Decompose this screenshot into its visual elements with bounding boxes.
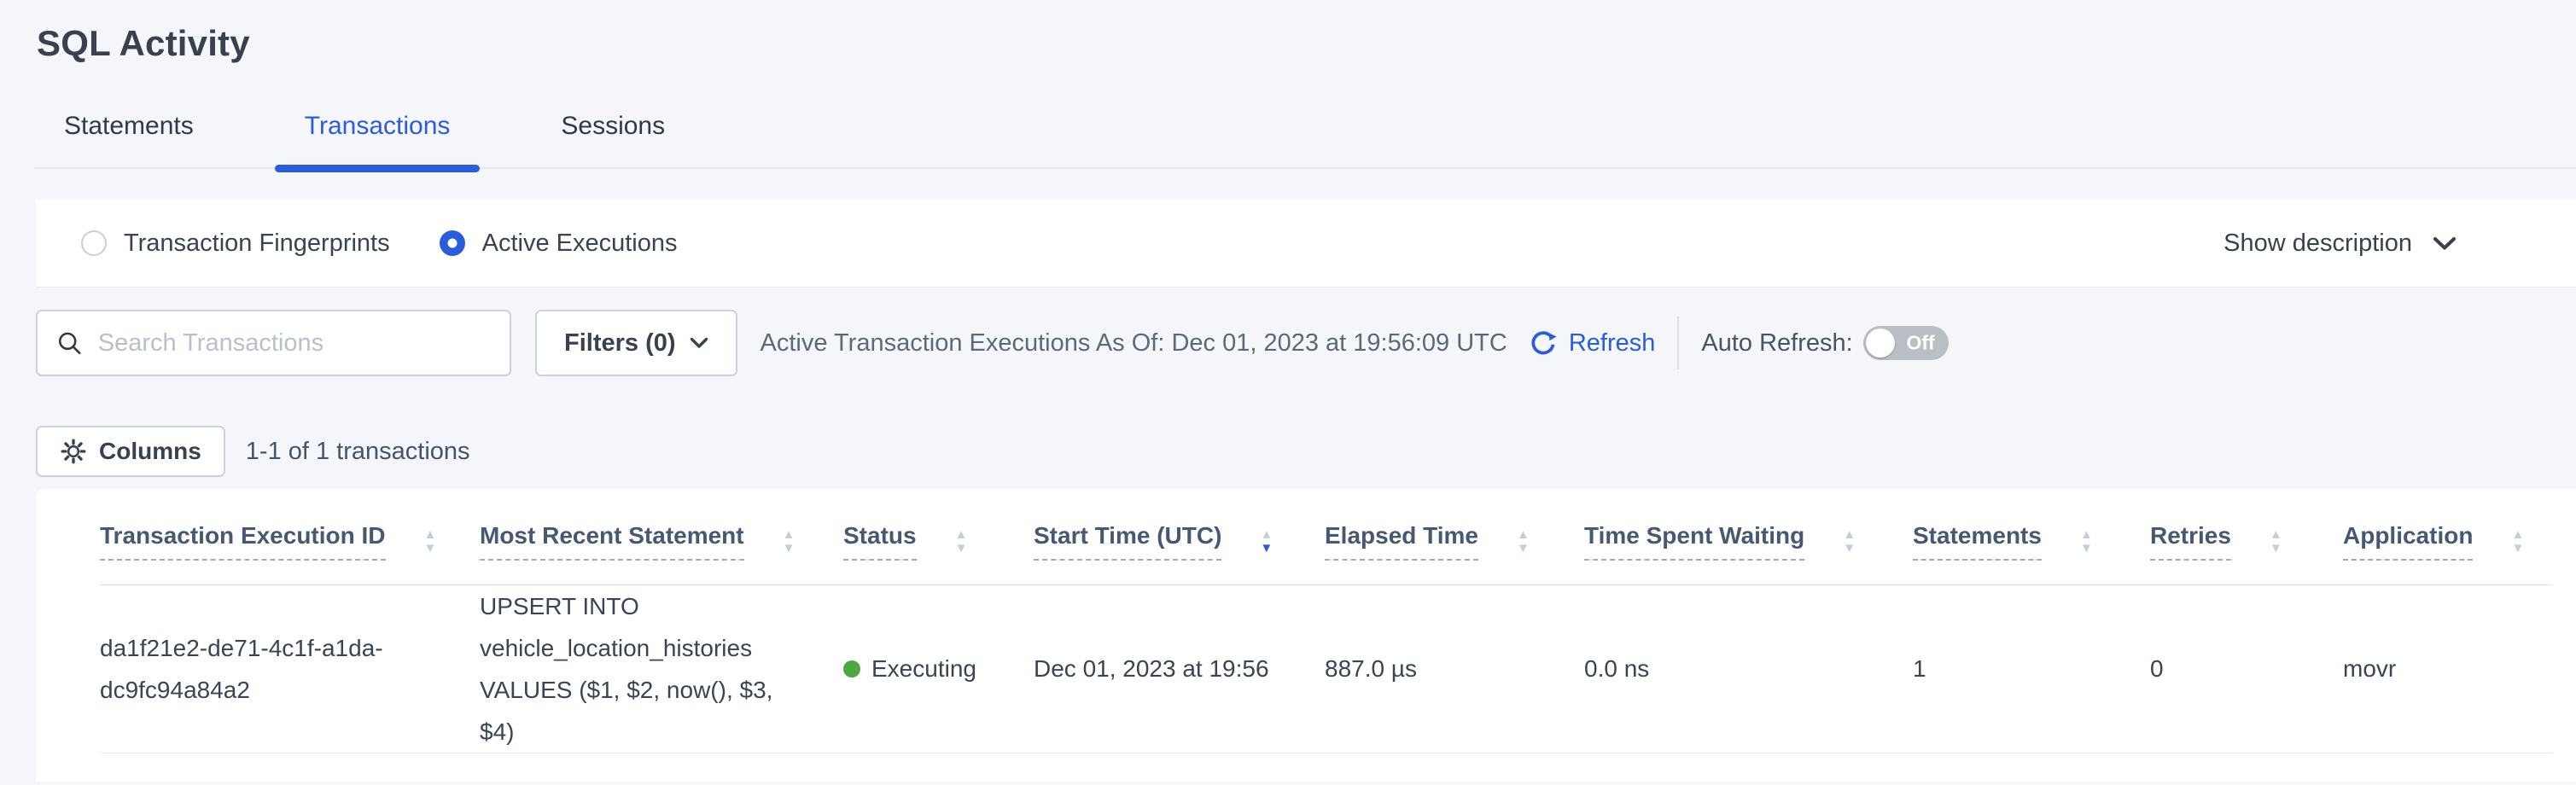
sort-arrows-icon: ▲▼	[1260, 529, 1273, 554]
results-bar: Columns 1-1 of 1 transactions	[36, 426, 2576, 477]
column-header-elapsed-time[interactable]: Elapsed Time ▲▼	[1325, 489, 1584, 584]
search-input[interactable]	[98, 329, 491, 358]
filters-button[interactable]: Filters (0)	[535, 310, 737, 376]
radio-label: Transaction Fingerprints	[124, 230, 390, 258]
results-count: 1-1 of 1 transactions	[246, 438, 470, 466]
sort-arrows-icon: ▲▼	[1517, 529, 1530, 554]
sort-arrows-icon: ▲▼	[424, 529, 437, 554]
cell-statements: 1	[1913, 584, 2150, 753]
show-description-label: Show description	[2223, 230, 2412, 258]
toggle-state-label: Off	[1906, 332, 1934, 355]
search-icon	[56, 329, 83, 358]
tab-transactions[interactable]: Transactions	[275, 90, 481, 167]
cell-status: Executing	[843, 584, 1034, 753]
table-row: da1f21e2-de71-4c1f-a1da-dc9fc94a84a2 UPS…	[100, 584, 2552, 753]
show-description-toggle[interactable]: Show description	[2223, 230, 2457, 258]
sort-arrows-icon: ▲▼	[783, 529, 796, 554]
columns-label: Columns	[99, 438, 201, 465]
sql-activity-page: SQL Activity Statements Transactions Ses…	[0, 0, 2576, 785]
chevron-down-icon	[2433, 236, 2457, 251]
tab-statements[interactable]: Statements	[34, 90, 224, 167]
column-header-retries[interactable]: Retries ▲▼	[2150, 489, 2343, 584]
status-dot-icon	[843, 660, 860, 677]
divider	[1677, 317, 1679, 369]
view-mode-bar: Transaction Fingerprints Active Executio…	[36, 200, 2576, 288]
toolbar: Filters (0) Active Transaction Execution…	[36, 310, 2540, 376]
auto-refresh-toggle[interactable]: Off	[1863, 326, 1949, 360]
sort-arrows-icon: ▲▼	[2080, 529, 2093, 554]
status-label: Executing	[871, 648, 976, 689]
sort-arrows-icon: ▲▼	[955, 529, 968, 554]
cell-most-recent-statement: UPSERT INTO vehicle_location_histories V…	[480, 584, 843, 753]
table-header-row: Transaction Execution ID ▲▼ Most Recent …	[100, 489, 2552, 584]
chevron-down-icon	[690, 337, 708, 349]
columns-button[interactable]: Columns	[36, 426, 225, 477]
as-of-text: Active Transaction Executions As Of: Dec…	[761, 329, 1507, 358]
sort-arrows-icon: ▲▼	[1843, 529, 1856, 554]
cell-elapsed-time: 887.0 µs	[1325, 584, 1584, 753]
refresh-button[interactable]: Refresh	[1528, 328, 1656, 358]
tab-bar: Statements Transactions Sessions	[34, 90, 2576, 169]
radio-label: Active Executions	[482, 230, 678, 258]
cell-time-spent-waiting: 0.0 ns	[1584, 584, 1913, 753]
sort-arrows-icon: ▲▼	[2270, 529, 2282, 554]
gear-icon	[60, 438, 87, 465]
sort-arrows-icon: ▲▼	[2511, 529, 2524, 554]
column-header-start-time-utc[interactable]: Start Time (UTC) ▲▼	[1034, 489, 1325, 584]
refresh-label: Refresh	[1569, 329, 1656, 358]
column-header-transaction-execution-id[interactable]: Transaction Execution ID ▲▼	[100, 489, 480, 584]
cell-transaction-execution-id: da1f21e2-de71-4c1f-a1da-dc9fc94a84a2	[100, 584, 480, 753]
radio-transaction-fingerprints[interactable]: Transaction Fingerprints	[81, 230, 390, 258]
column-header-time-spent-waiting[interactable]: Time Spent Waiting ▲▼	[1584, 489, 1913, 584]
cell-application: movr	[2343, 584, 2552, 753]
radio-selected-icon	[440, 230, 465, 256]
transactions-table: Transaction Execution ID ▲▼ Most Recent …	[100, 489, 2552, 753]
toggle-knob-icon	[1866, 329, 1895, 358]
column-header-application[interactable]: Application ▲▼	[2343, 489, 2552, 584]
auto-refresh-label: Auto Refresh:	[1701, 329, 1852, 358]
radio-unselected-icon	[81, 230, 107, 256]
column-header-most-recent-statement[interactable]: Most Recent Statement ▲▼	[480, 489, 843, 584]
cell-start-time: Dec 01, 2023 at 19:56	[1034, 584, 1325, 753]
transactions-table-card: Transaction Execution ID ▲▼ Most Recent …	[36, 489, 2576, 782]
column-header-statements[interactable]: Statements ▲▼	[1913, 489, 2150, 584]
cell-retries: 0	[2150, 584, 2343, 753]
column-header-status[interactable]: Status ▲▼	[843, 489, 1034, 584]
search-box	[36, 310, 511, 376]
tab-sessions[interactable]: Sessions	[531, 90, 695, 167]
filters-label: Filters (0)	[564, 329, 676, 358]
refresh-icon	[1528, 328, 1559, 358]
page-title: SQL Activity	[0, 0, 2576, 65]
radio-active-executions[interactable]: Active Executions	[440, 230, 678, 258]
